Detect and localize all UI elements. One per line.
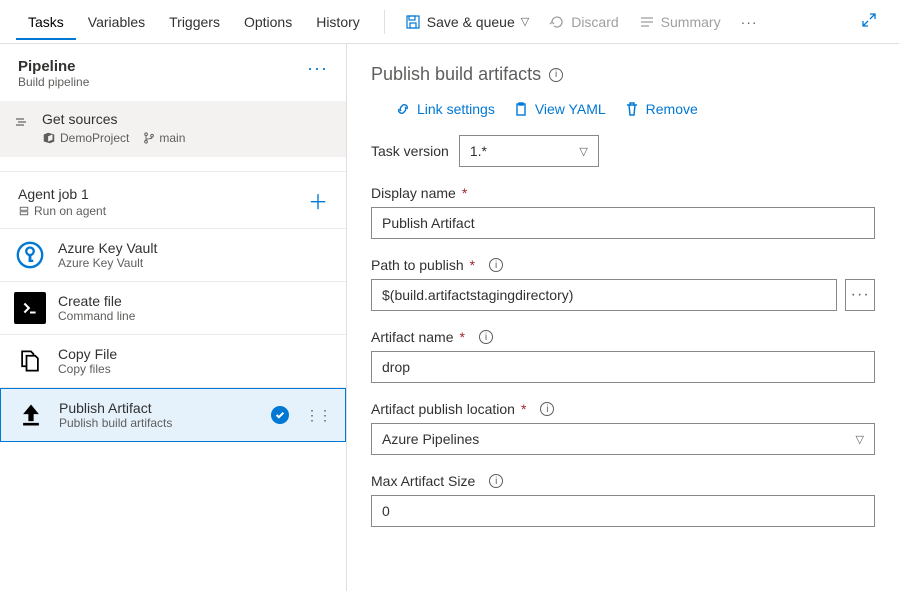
remove-button[interactable]: Remove <box>624 101 698 117</box>
task-publish-artifact[interactable]: Publish Artifact Publish build artifacts… <box>0 388 346 442</box>
copy-icon <box>14 345 46 377</box>
summary-icon <box>639 14 655 30</box>
link-settings-button[interactable]: Link settings <box>395 101 495 117</box>
summary-label: Summary <box>661 14 721 30</box>
get-sources-row[interactable]: Get sources DemoProject main <box>0 101 346 157</box>
task-create-file[interactable]: Create file Command line <box>0 282 346 335</box>
more-actions-button[interactable]: ··· <box>733 10 766 34</box>
left-panel: Pipeline Build pipeline ··· Get sources … <box>0 44 347 591</box>
required-marker: * <box>462 185 467 201</box>
upload-icon <box>15 399 47 431</box>
max-size-label: Max Artifact Size <box>371 473 475 489</box>
save-queue-button[interactable]: Save & queue ▽ <box>397 10 537 34</box>
server-icon <box>18 205 30 217</box>
artifact-name-label: Artifact name <box>371 329 453 345</box>
required-marker: * <box>470 257 475 273</box>
task-version-label: Task version <box>371 143 449 159</box>
trash-icon <box>624 101 640 117</box>
checkmark-icon <box>271 406 289 424</box>
max-size-input[interactable] <box>371 495 875 527</box>
drag-handle-icon[interactable]: ⋮⋮ <box>305 407 331 424</box>
undo-icon <box>549 14 565 30</box>
location-label: Artifact publish location <box>371 401 515 417</box>
agent-job-row[interactable]: Agent job 1 Run on agent ＋ <box>0 171 346 229</box>
info-icon[interactable]: i <box>489 474 503 488</box>
path-browse-button[interactable]: ··· <box>845 279 875 311</box>
chevron-down-icon: ▽ <box>521 15 529 28</box>
discard-label: Discard <box>571 14 618 30</box>
get-sources-title: Get sources <box>42 111 185 127</box>
chevron-down-icon: ▽ <box>579 145 587 158</box>
info-icon[interactable]: i <box>489 258 503 272</box>
task-title: Copy File <box>58 346 332 362</box>
add-task-button[interactable]: ＋ <box>308 186 328 215</box>
branch-icon <box>143 132 155 144</box>
save-icon <box>405 14 421 30</box>
task-copy-file[interactable]: Copy File Copy files <box>0 335 346 388</box>
tab-triggers[interactable]: Triggers <box>157 4 232 40</box>
link-icon <box>395 101 411 117</box>
info-icon[interactable]: i <box>549 68 563 82</box>
pipeline-title: Pipeline <box>18 58 89 75</box>
tab-options[interactable]: Options <box>232 4 304 40</box>
branch-meta: main <box>143 131 185 145</box>
view-yaml-button[interactable]: View YAML <box>513 101 606 117</box>
task-title: Publish Artifact <box>59 400 259 416</box>
terminal-icon <box>14 292 46 324</box>
key-vault-icon <box>14 239 46 271</box>
path-label: Path to publish <box>371 257 464 273</box>
detail-title: Publish build artifacts <box>371 64 541 85</box>
info-icon[interactable]: i <box>540 402 554 416</box>
tabs: Tasks Variables Triggers Options History <box>16 4 372 40</box>
clipboard-icon <box>513 101 529 117</box>
required-marker: * <box>521 401 526 417</box>
task-version-select[interactable]: 1.* ▽ <box>459 135 599 167</box>
save-queue-label: Save & queue <box>427 14 515 30</box>
sources-icon <box>14 114 30 130</box>
task-subtitle: Copy files <box>58 362 332 376</box>
detail-panel: Publish build artifacts i Link settings … <box>347 44 899 591</box>
artifact-name-input[interactable] <box>371 351 875 383</box>
tab-variables[interactable]: Variables <box>76 4 157 40</box>
pipeline-header[interactable]: Pipeline Build pipeline ··· <box>0 44 346 101</box>
display-name-input[interactable] <box>371 207 875 239</box>
pipeline-more-button[interactable]: ··· <box>307 58 328 79</box>
task-azure-key-vault[interactable]: Azure Key Vault Azure Key Vault <box>0 229 346 282</box>
separator <box>384 10 385 34</box>
chevron-down-icon: ▽ <box>856 433 864 446</box>
detail-actions: Link settings View YAML Remove <box>395 101 875 117</box>
tab-history[interactable]: History <box>304 4 372 40</box>
repo-meta: DemoProject <box>42 131 129 145</box>
task-subtitle: Azure Key Vault <box>58 256 332 270</box>
path-input[interactable] <box>371 279 837 311</box>
task-title: Azure Key Vault <box>58 240 332 256</box>
summary-button[interactable]: Summary <box>631 10 729 34</box>
agent-job-subtitle: Run on agent <box>34 204 106 218</box>
task-subtitle: Command line <box>58 309 332 323</box>
expand-icon[interactable] <box>855 6 883 37</box>
task-subtitle: Publish build artifacts <box>59 416 259 430</box>
pipeline-subtitle: Build pipeline <box>18 75 89 89</box>
agent-job-title: Agent job 1 <box>18 186 106 202</box>
task-title: Create file <box>58 293 332 309</box>
display-name-label: Display name <box>371 185 456 201</box>
task-list: Azure Key Vault Azure Key Vault Create f… <box>0 229 346 442</box>
discard-button[interactable]: Discard <box>541 10 626 34</box>
required-marker: * <box>459 329 464 345</box>
info-icon[interactable]: i <box>479 330 493 344</box>
location-select[interactable]: Azure Pipelines ▽ <box>371 423 875 455</box>
azure-devops-icon <box>42 131 56 145</box>
top-toolbar: Tasks Variables Triggers Options History… <box>0 0 899 44</box>
tab-tasks[interactable]: Tasks <box>16 4 76 40</box>
